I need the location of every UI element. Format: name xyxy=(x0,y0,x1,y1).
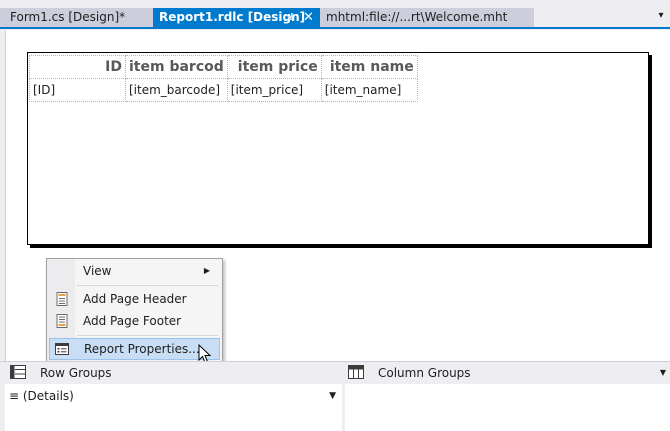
column-groups-title: Column Groups xyxy=(378,366,471,380)
grouping-pane: Row Groups Column Groups ▼ ≡ (Details) ▼ xyxy=(0,361,670,431)
table-header-cell[interactable]: ID xyxy=(29,55,126,79)
row-groups-header: Row Groups xyxy=(0,362,342,384)
menu-separator xyxy=(77,285,218,286)
row-groups-icon xyxy=(10,365,26,379)
tab-form1-design[interactable]: Form1.cs [Design]* xyxy=(0,8,153,27)
chevron-down-icon[interactable]: ▼ xyxy=(660,362,666,384)
row-groups-title: Row Groups xyxy=(40,366,112,380)
table-row[interactable]: [ID] [item_barcode] [item_price] [item_n… xyxy=(29,78,418,102)
menu-item-report-properties[interactable]: Report Properties... xyxy=(49,338,220,360)
menu-item-label: Add Page Footer xyxy=(83,314,182,328)
chevron-down-icon[interactable]: ▾ xyxy=(654,10,668,24)
chevron-right-icon: ▶ xyxy=(203,266,210,275)
details-label: ≡ (Details) xyxy=(9,389,74,403)
tab-welcome-mht[interactable]: mhtml:file://...rt\Welcome.mht xyxy=(320,8,534,27)
report-table[interactable]: ID item barcod item price item name [ID]… xyxy=(29,55,418,102)
menu-separator xyxy=(77,335,218,336)
table-header-row[interactable]: ID item barcod item price item name xyxy=(29,55,418,79)
column-groups-header: Column Groups ▼ xyxy=(342,362,670,384)
tab-label: Form1.cs [Design]* xyxy=(10,10,126,24)
table-cell[interactable]: [ID] xyxy=(29,78,126,102)
row-groups-list[interactable]: ≡ (Details) ▼ xyxy=(5,384,342,431)
document-tab-strip: Form1.cs [Design]* Report1.rdlc [Design]… xyxy=(0,0,670,30)
menu-item-add-page-header[interactable]: Add Page Header xyxy=(49,288,220,310)
column-groups-list[interactable] xyxy=(345,384,670,431)
menu-item-view[interactable]: View ▶ xyxy=(49,260,220,282)
table-cell[interactable]: [item_name] xyxy=(320,78,418,102)
tab-report1-design[interactable]: Report1.rdlc [Design] 🖈 ✕ xyxy=(153,8,320,27)
table-header-cell[interactable]: item name xyxy=(320,55,418,79)
tab-label: Report1.rdlc [Design] xyxy=(159,10,306,24)
menu-item-label: Report Properties... xyxy=(84,342,200,356)
report-body[interactable]: ID item barcod item price item name [ID]… xyxy=(27,52,649,245)
list-item-details[interactable]: ≡ (Details) ▼ xyxy=(5,387,342,405)
chevron-down-icon[interactable]: ▼ xyxy=(329,387,336,405)
close-icon[interactable]: ✕ xyxy=(303,8,314,27)
table-cell[interactable]: [item_price] xyxy=(226,78,322,102)
column-groups-icon xyxy=(348,365,364,379)
pin-icon[interactable]: 🖈 xyxy=(286,8,295,27)
menu-item-label: Add Page Header xyxy=(83,292,187,306)
context-menu: View ▶ Add Page Header Add Page Footer R… xyxy=(46,258,223,362)
page-header-icon xyxy=(56,292,68,306)
table-cell[interactable]: [item_barcode] xyxy=(125,78,228,102)
properties-icon xyxy=(55,343,69,355)
active-tab-underline xyxy=(0,27,670,29)
page-footer-icon xyxy=(56,314,68,328)
tab-label: mhtml:file://...rt\Welcome.mht xyxy=(326,10,508,24)
table-header-cell[interactable]: item barcod xyxy=(125,55,228,79)
menu-item-add-page-footer[interactable]: Add Page Footer xyxy=(49,310,220,332)
table-header-cell[interactable]: item price xyxy=(226,55,322,79)
menu-item-label: View xyxy=(83,264,112,278)
